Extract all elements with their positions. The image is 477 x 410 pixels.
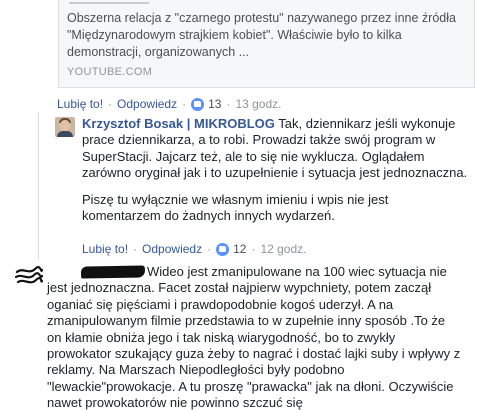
like-reaction-icon[interactable] — [191, 97, 205, 111]
separator-dot: · — [226, 97, 231, 111]
timestamp[interactable]: 13 godz. — [235, 97, 281, 111]
separator-dot: · — [207, 242, 212, 256]
comment-actions: Lubię to! · Odpowiedz · 13 · 13 godz. — [57, 95, 282, 113]
like-reaction-icon[interactable] — [216, 242, 230, 256]
comment-text: Wideo jest zmanipulowane na 100 wiec syt… — [47, 264, 461, 410]
preview-title-cropped — [69, 0, 149, 4]
reply-comment: Krzysztof Bosak | MIKROBLOG Tak, dzienni… — [82, 116, 470, 224]
reply-paragraph-2: Piszę tu wyłącznie we własnym imieniu i … — [82, 191, 389, 224]
avatar[interactable] — [55, 117, 75, 137]
reply-actions: Lubię to! · Odpowiedz · 12 · 12 godz. — [82, 240, 307, 258]
reply-thread-line — [38, 112, 39, 260]
like-link[interactable]: Lubię to! — [57, 97, 103, 111]
separator-dot: · — [251, 242, 256, 256]
reaction-count[interactable]: 13 — [208, 97, 221, 111]
reaction-count[interactable]: 12 — [233, 242, 246, 256]
author-name[interactable]: Krzysztof Bosak | MIKROBLOG — [82, 116, 275, 131]
preview-domain: YOUTUBE.COM — [67, 66, 153, 78]
redacted-avatar-scribble — [15, 266, 43, 284]
link-preview-card[interactable]: Obszerna relacja z "czarnego protestu" n… — [58, 0, 475, 88]
reply-paragraph-1: Krzysztof Bosak | MIKROBLOG Tak, dzienni… — [82, 116, 470, 182]
reply-link[interactable]: Odpowiedz — [142, 242, 202, 256]
separator-dot: · — [108, 97, 113, 111]
timestamp[interactable]: 12 godz. — [260, 242, 306, 256]
separator-dot: · — [182, 97, 187, 111]
separator-dot: · — [133, 242, 138, 256]
reply-link[interactable]: Odpowiedz — [117, 97, 177, 111]
preview-description: Obszerna relacja z "czarnego protestu" n… — [67, 11, 456, 59]
like-link[interactable]: Lubię to! — [82, 242, 128, 256]
